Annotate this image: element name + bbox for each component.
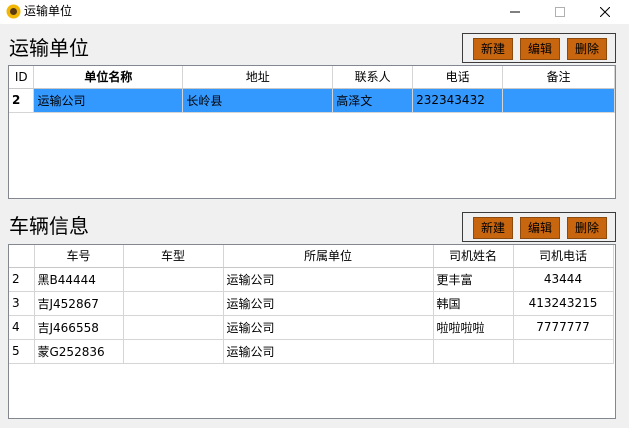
cell-driver-phone[interactable]: 43444 (513, 267, 614, 292)
cell-vehicle-type[interactable] (123, 315, 224, 340)
units-toolbar: 新建 编辑 删除 (462, 33, 616, 63)
cell-driver-phone[interactable]: 7777777 (513, 315, 614, 340)
table-row[interactable]: 2 运输公司 长岭县 高泽文 232343432 (9, 88, 615, 113)
column-header-id[interactable]: ID (9, 66, 35, 89)
column-header-phone[interactable]: 电话 (412, 66, 504, 89)
column-header-driver-name[interactable]: 司机姓名 (433, 245, 514, 268)
cell-id[interactable]: 5 (9, 339, 35, 364)
vehicles-new-button[interactable]: 新建 (473, 217, 513, 239)
vehicles-grid[interactable]: 车号 车型 所属单位 司机姓名 司机电话 2 黑B44444 运输公司 更丰富 … (8, 244, 616, 419)
maximize-button[interactable] (537, 0, 582, 24)
minimize-button[interactable] (492, 0, 537, 24)
cell-driver-name[interactable]: 更丰富 (433, 267, 514, 292)
minimize-icon (509, 11, 520, 13)
table-row[interactable]: 5 蒙G252836 运输公司 (9, 339, 614, 364)
cell-owner-unit[interactable]: 运输公司 (223, 339, 434, 364)
cell-plate[interactable]: 吉J452867 (34, 291, 124, 316)
units-delete-button[interactable]: 删除 (567, 38, 607, 60)
maximize-icon (554, 7, 565, 17)
cell-contact[interactable]: 高泽文 (332, 88, 414, 113)
column-header-address[interactable]: 地址 (182, 66, 334, 89)
cell-id[interactable]: 3 (9, 291, 35, 316)
units-section-title: 运输单位 (9, 36, 89, 60)
cell-driver-name[interactable] (433, 339, 514, 364)
vehicles-toolbar: 新建 编辑 删除 (462, 212, 616, 242)
cell-driver-phone[interactable] (513, 339, 614, 364)
column-header-unit-name[interactable]: 单位名称 (33, 66, 184, 89)
table-row[interactable]: 2 黑B44444 运输公司 更丰富 43444 (9, 267, 614, 292)
table-row[interactable]: 3 吉J452867 运输公司 韩国 413243215 (9, 291, 614, 316)
cell-id[interactable]: 2 (9, 88, 35, 113)
cell-note[interactable] (502, 88, 615, 113)
cell-driver-name[interactable]: 啦啦啦啦 (433, 315, 514, 340)
cell-unit-name[interactable]: 运输公司 (33, 88, 184, 113)
column-header-plate[interactable]: 车号 (34, 245, 124, 268)
column-header-vehicle-type[interactable]: 车型 (123, 245, 224, 268)
cell-id[interactable]: 4 (9, 315, 35, 340)
units-header-row: ID 单位名称 地址 联系人 电话 备注 (9, 66, 615, 89)
sunflower-icon (6, 4, 21, 19)
cell-plate[interactable]: 吉J466558 (34, 315, 124, 340)
column-header-driver-phone[interactable]: 司机电话 (513, 245, 614, 268)
cell-vehicle-type[interactable] (123, 291, 224, 316)
title-bar: 运输单位 (0, 0, 629, 24)
close-button[interactable] (582, 0, 627, 24)
vehicles-edit-button[interactable]: 编辑 (520, 217, 560, 239)
cell-owner-unit[interactable]: 运输公司 (223, 315, 434, 340)
cell-owner-unit[interactable]: 运输公司 (223, 291, 434, 316)
cell-address[interactable]: 长岭县 (182, 88, 334, 113)
units-grid[interactable]: ID 单位名称 地址 联系人 电话 备注 2 运输公司 长岭县 高泽文 2323… (8, 65, 616, 199)
cell-phone[interactable]: 232343432 (412, 88, 504, 113)
column-header-note[interactable]: 备注 (502, 66, 615, 89)
vehicles-header-row: 车号 车型 所属单位 司机姓名 司机电话 (9, 245, 614, 268)
column-header-row-index[interactable] (9, 245, 35, 268)
cell-driver-phone[interactable]: 413243215 (513, 291, 614, 316)
cell-vehicle-type[interactable] (123, 339, 224, 364)
table-row[interactable]: 4 吉J466558 运输公司 啦啦啦啦 7777777 (9, 315, 614, 340)
units-edit-button[interactable]: 编辑 (520, 38, 560, 60)
close-icon (599, 7, 610, 17)
cell-id[interactable]: 2 (9, 267, 35, 292)
vehicles-delete-button[interactable]: 删除 (567, 217, 607, 239)
vehicles-section-title: 车辆信息 (9, 214, 89, 238)
cell-plate[interactable]: 黑B44444 (34, 267, 124, 292)
column-header-owner-unit[interactable]: 所属单位 (223, 245, 434, 268)
cell-vehicle-type[interactable] (123, 267, 224, 292)
cell-plate[interactable]: 蒙G252836 (34, 339, 124, 364)
window-title: 运输单位 (24, 4, 73, 18)
column-header-contact[interactable]: 联系人 (332, 66, 414, 89)
cell-driver-name[interactable]: 韩国 (433, 291, 514, 316)
cell-owner-unit[interactable]: 运输公司 (223, 267, 434, 292)
units-new-button[interactable]: 新建 (473, 38, 513, 60)
